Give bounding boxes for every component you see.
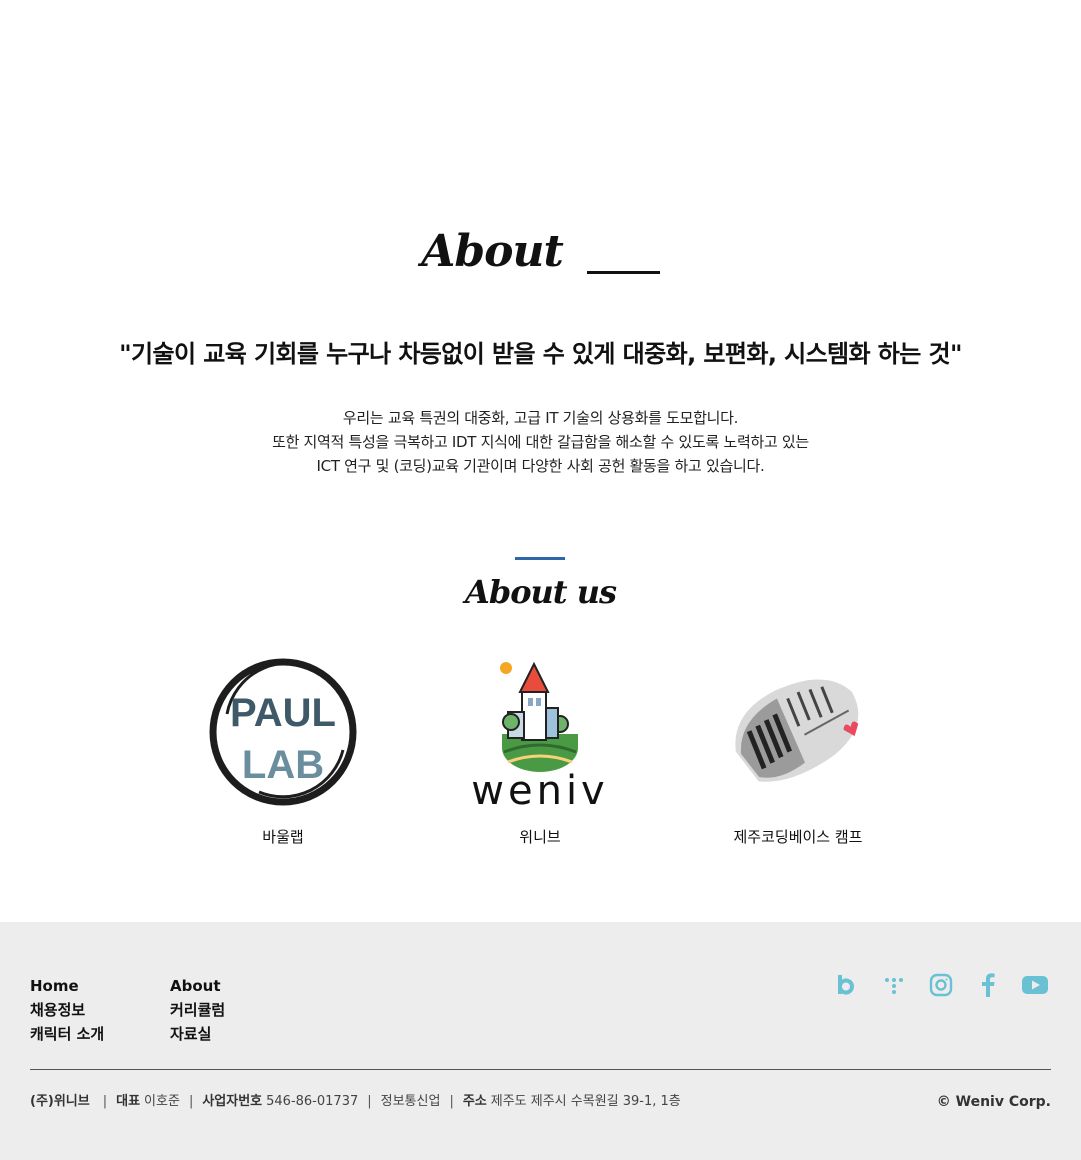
jeju-coding-base-camp-logo[interactable] [708,652,888,812]
footer-link-careers[interactable]: 채용정보 [30,998,170,1022]
ceo-label: 대표 [116,1094,141,1109]
about-title-underline [586,271,660,274]
address-label: 주소 [462,1094,487,1109]
paullab-logo-text-bottom: LAB [242,743,324,787]
about-heading: About [0,222,1081,282]
paullab-logo-text-top: PAUL [230,691,336,735]
address: 제주도 제주시 수목원길 39-1, 1층 [490,1094,681,1109]
weniv-logo[interactable]: weniv [450,652,630,812]
business-category: 정보통신업 [380,1094,441,1109]
separator: | [102,1094,108,1109]
instagram-icon[interactable] [925,972,957,998]
about-description-line: ICT 연구 및 (코딩)교육 기관이며 다양한 사회 공헌 활동을 하고 있습… [316,457,765,475]
mission-quote: "기술이 교육 기회를 누구나 차등없이 받을 수 있게 대중화, 보편화, 시… [119,340,962,368]
partner-name[interactable]: 위니브 [519,824,560,850]
social-links [831,972,1051,998]
about-us-accent-bar [515,557,565,560]
about-description-line: 또한 지역적 특성을 극복하고 IDT 지식에 대한 갈급함을 해소할 수 있도… [272,433,809,451]
partner-name[interactable]: 제주코딩베이스 캠프 [734,824,863,850]
page: About "기술이 교육 기회를 누구나 차등없이 받을 수 있게 대중화, … [0,0,1081,1160]
ceo-name: 이호준 [144,1094,180,1109]
business-number: 546-86-01737 [266,1094,359,1109]
footer-link-about[interactable]: About [170,974,310,998]
footer-link-resources[interactable]: 자료실 [170,1022,310,1046]
footer: Home 채용정보 캐릭터 소개 About 커리큘럼 자료실 (주)위니브 |… [0,922,1081,1160]
company-info: (주)위니브 | 대표 이호준 | 사업자번호 546-86-01737 | 정… [30,1092,681,1112]
partner-weniv[interactable]: weniv 위니브 [430,652,650,850]
footer-link-characters[interactable]: 캐릭터 소개 [30,1022,170,1046]
footer-nav: Home 채용정보 캐릭터 소개 About 커리큘럼 자료실 [30,974,310,1046]
partner-jeju-coding-base-camp[interactable]: 제주코딩베이스 캠프 [688,652,908,850]
about-title: About [421,226,564,277]
weniv-logo-text: weniv [471,768,608,812]
separator: | [449,1094,454,1109]
partner-name[interactable]: 바울랩 [262,824,303,850]
about-description: 우리는 교육 특권의 대중화, 고급 IT 기술의 상용화를 도모합니다. 또한… [0,406,1081,478]
copyright: © Weniv Corp. [936,1094,1051,1110]
business-number-label: 사업자번호 [202,1094,263,1109]
paullab-logo[interactable]: PAUL LAB [193,652,373,812]
blog-b-icon[interactable] [831,972,863,998]
facebook-icon[interactable] [972,972,1004,998]
separator: | [188,1094,194,1109]
dots-icon[interactable] [878,972,910,998]
footer-nav-column: About 커리큘럼 자료실 [170,974,310,1046]
footer-link-home[interactable]: Home [30,974,170,998]
company-name: (주)위니브 [30,1094,90,1109]
youtube-icon[interactable] [1019,972,1051,998]
partner-paullab[interactable]: PAUL LAB 바울랩 [173,652,393,850]
about-us-title: About us [464,573,617,611]
about-description-line: 우리는 교육 특권의 대중화, 고급 IT 기술의 상용화를 도모합니다. [342,409,739,427]
separator: | [367,1094,372,1109]
footer-link-curriculum[interactable]: 커리큘럼 [170,998,310,1022]
footer-nav-column: Home 채용정보 캐릭터 소개 [30,974,170,1046]
footer-divider [30,1069,1051,1070]
